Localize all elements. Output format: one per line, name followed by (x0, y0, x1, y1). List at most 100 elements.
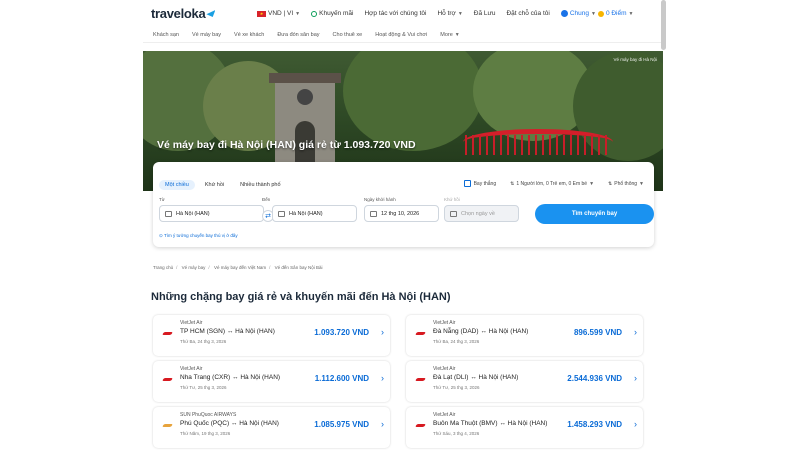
subnav-bus[interactable]: Vé xe khách (234, 32, 264, 38)
from-label: Từ (159, 197, 165, 202)
to-field[interactable]: Hà Nội (HAN) (272, 205, 357, 222)
breadcrumb-flights[interactable]: Vé máy bay (182, 265, 206, 270)
saved-link[interactable]: Đã Lưu (474, 10, 496, 17)
checkbox-icon (463, 180, 471, 187)
currency-label: VND | VI (268, 10, 294, 17)
temple-roof (269, 73, 341, 83)
direct-flight-checkbox[interactable]: Bay thẳng (463, 180, 497, 187)
deal-date: Thứ Tư, 25 thg 3, 2026 (180, 385, 227, 390)
chevron-right-icon: › (381, 419, 384, 429)
logo-bird-icon (206, 10, 216, 17)
passenger-label: 1 Người lớn, 0 Trẻ em, 0 Em bé (516, 180, 588, 187)
vietnam-flag-icon (257, 10, 266, 17)
deal-card[interactable]: VietJet Air TP HCM (SGN) ↔ Hà Nội (HAN) … (153, 315, 390, 356)
search-flights-button[interactable]: Tìm chuyến bay (535, 204, 654, 224)
subnav-activities[interactable]: Hoạt động & Vui chơi (375, 32, 427, 38)
chevron-right-icon: › (634, 373, 637, 383)
chevron-down-icon: ▼ (639, 180, 644, 187)
departure-plane-icon (165, 210, 172, 217)
chevron-down-icon: ▼ (457, 10, 463, 17)
deal-card[interactable]: VietJet Air Đà Nẵng (DAD) ↔ Hà Nội (HAN)… (406, 315, 643, 356)
hero-location-tag: Vé máy bay đi Hà Nội (613, 57, 657, 62)
tab-round-trip[interactable]: Khứ hồi (199, 180, 230, 190)
points-coin-icon (597, 10, 604, 17)
deal-airline: VietJet Air (433, 366, 456, 372)
deal-card[interactable]: VietJet Air Đà Lạt (DLI) ↔ Hà Nội (HAN) … (406, 361, 643, 402)
to-value: Hà Nội (HAN) (289, 210, 323, 217)
passenger-selector[interactable]: ⇅ 1 Người lớn, 0 Trẻ em, 0 Em bé ▼ (510, 181, 594, 187)
temple-gate-image (269, 73, 341, 166)
promo-label: Khuyến mãi (319, 10, 354, 17)
direct-label: Bay thẳng (473, 180, 497, 187)
support-label: Hỗ trợ (437, 10, 456, 17)
depart-date-field[interactable]: 12 thg 10, 2026 (364, 205, 439, 222)
chevron-down-icon: ▼ (454, 31, 460, 38)
temple-window (297, 89, 313, 105)
trip-type-tabs: Một chiều Khứ hồi Nhiều thành phố (159, 180, 291, 190)
deal-card[interactable]: SUN PhuQuoc AIRWAYS Phú Quốc (PQC) ↔ Hà … (153, 407, 390, 448)
deal-airline: VietJet Air (433, 412, 456, 418)
flight-ideas-label: Tìm ý tưởng chuyến bay thú vị ở đây (163, 233, 238, 238)
currency-language-selector[interactable]: VND | VI▼ (257, 10, 300, 17)
chevron-right-icon: › (634, 327, 637, 337)
subnav-more[interactable]: More ▼ (440, 32, 459, 38)
flight-ideas-link[interactable]: ⊙ Tìm ý tưởng chuyến bay thú vị ở đây (159, 233, 238, 239)
breadcrumb-vietnam[interactable]: Vé máy bay đến Việt Nam (214, 265, 266, 270)
deal-route: Đà Lạt (DLI) ↔ Hà Nội (HAN) (433, 374, 519, 381)
hero-title: Vé máy bay đi Hà Nội (HAN) giá rẻ từ 1.0… (157, 139, 416, 151)
subnav-airport-transfer[interactable]: Đưa đón sân bay (277, 32, 319, 38)
my-bookings-link[interactable]: Đặt chỗ của tôi (506, 10, 549, 17)
deal-card[interactable]: VietJet Air Buôn Ma Thuột (BMV) ↔ Hà Nội… (406, 407, 643, 448)
hero-tree (343, 51, 483, 151)
tab-one-way[interactable]: Một chiều (159, 180, 195, 190)
user-menu[interactable]: Chung ▼ 0 Điểm ▼ (560, 10, 634, 17)
breadcrumb-home[interactable]: Trang chủ (153, 265, 173, 270)
deal-route: Phú Quốc (PQC) ↔ Hà Nội (HAN) (180, 420, 279, 427)
vietjet-logo-icon (415, 378, 426, 381)
points-label: 0 Điểm (605, 10, 627, 17)
top-nav: VND | VI▼ Khuyến mãi Hợp tác với chúng t… (257, 0, 644, 27)
more-label: More (440, 31, 453, 38)
subnav-hotels[interactable]: Khách sạn (153, 32, 179, 38)
traveloka-logo[interactable]: traveloka (151, 6, 216, 21)
support-menu[interactable]: Hỗ trợ ▼ (437, 10, 462, 17)
deal-airline: VietJet Air (180, 366, 203, 372)
return-date-field[interactable]: Chọn ngày về (444, 205, 519, 222)
deal-date: Thứ Ba, 24 thg 3, 2026 (433, 339, 480, 344)
deal-airline: VietJet Air (180, 320, 203, 326)
logo-text: traveloka (151, 6, 206, 21)
deal-card[interactable]: VietJet Air Nha Trang (CXR) ↔ Hà Nội (HA… (153, 361, 390, 402)
return-date-placeholder: Chọn ngày về (461, 210, 495, 217)
breadcrumb-separator: / (208, 265, 210, 270)
from-value: Hà Nội (HAN) (176, 210, 210, 217)
from-field[interactable]: Hà Nội (HAN) (159, 205, 264, 222)
chevron-right-icon: › (381, 373, 384, 383)
cabin-class-selector[interactable]: ⇅ Phổ thông ▼ (608, 181, 644, 187)
flight-search-card: Một chiều Khứ hồi Nhiều thành phố Bay th… (153, 162, 654, 247)
breadcrumb-separator: / (269, 265, 271, 270)
return-date-label: Khứ hồi (444, 197, 460, 202)
tab-multi-city[interactable]: Nhiều thành phố (234, 180, 286, 190)
subnav-flights[interactable]: Vé máy bay (192, 32, 221, 38)
deal-price: 896.599 VND (573, 328, 622, 337)
promo-link[interactable]: Khuyến mãi (311, 10, 353, 17)
vietjet-logo-icon (162, 332, 173, 335)
user-avatar-icon (560, 10, 568, 17)
search-options: Bay thẳng ⇅ 1 Người lớn, 0 Trẻ em, 0 Em b… (450, 180, 644, 187)
deal-price: 1.085.975 VND (314, 420, 369, 429)
calendar-icon (450, 210, 457, 217)
partner-link[interactable]: Hợp tác với chúng tôi (364, 10, 426, 17)
deal-price: 1.112.600 VND (314, 374, 369, 383)
chevron-down-icon: ▼ (628, 10, 634, 17)
promo-icon (311, 10, 318, 17)
depart-date-label: Ngày khởi hành (364, 197, 396, 202)
subnav-car-rental[interactable]: Cho thuê xe (333, 32, 363, 38)
user-name: Chung (569, 10, 589, 17)
breadcrumb-separator: / (176, 265, 178, 270)
page-scrollbar[interactable] (661, 0, 666, 50)
deal-airline: VietJet Air (433, 320, 456, 326)
chevron-down-icon: ▼ (295, 10, 301, 17)
calendar-icon (370, 210, 377, 217)
to-label: Đến (262, 197, 271, 202)
product-subnav: Khách sạn Vé máy bay Vé xe khách Đưa đón… (143, 27, 663, 43)
